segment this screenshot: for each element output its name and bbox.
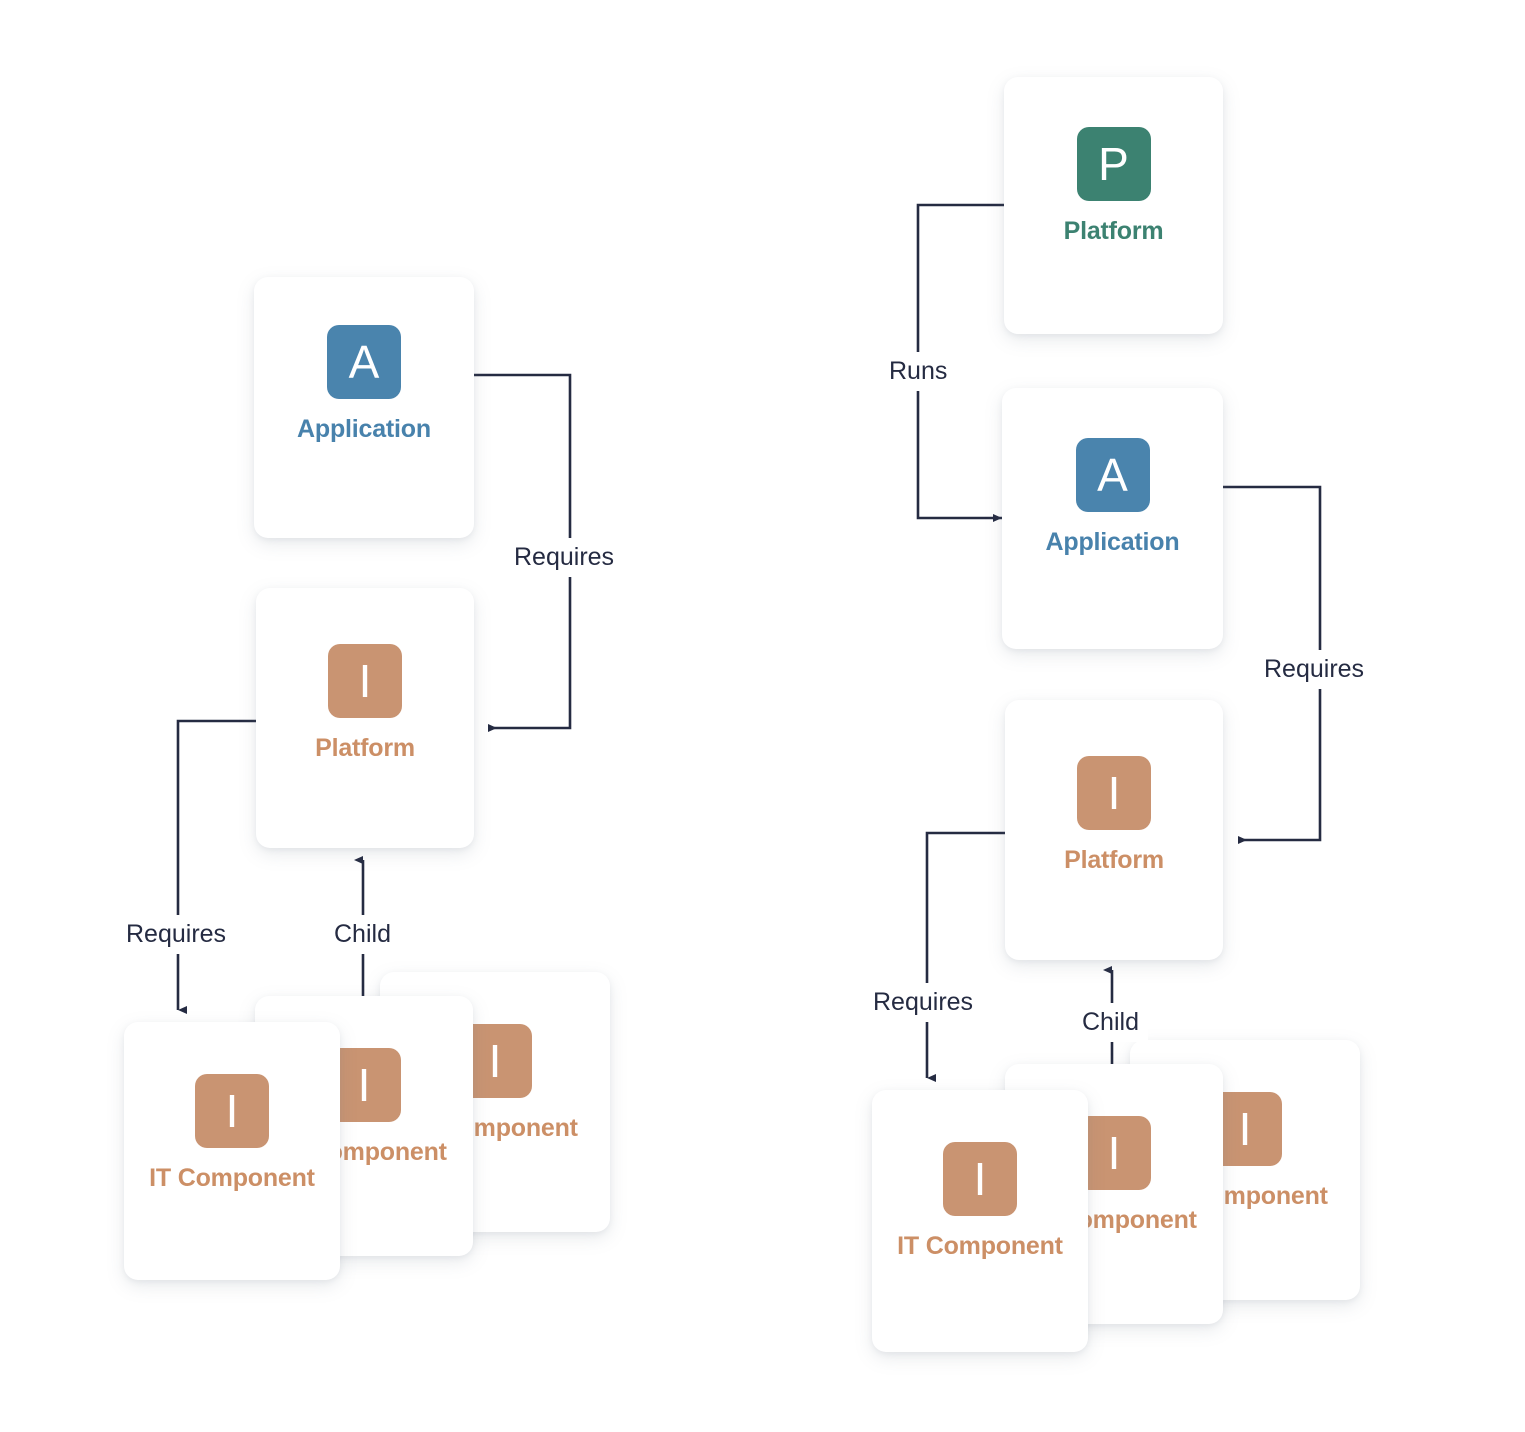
left-application-card[interactable]: A Application: [254, 277, 474, 538]
right-it-component-card-1[interactable]: I IT Component: [872, 1090, 1088, 1352]
left-platform-card[interactable]: I Platform: [256, 588, 474, 848]
right-edge-label-child-itc-platform: Child: [1073, 1003, 1148, 1042]
it-component-icon: I: [195, 1074, 269, 1148]
left-platform-label: Platform: [315, 734, 415, 762]
right-platform-label: Platform: [1064, 846, 1164, 874]
platform-icon: I: [1077, 756, 1151, 830]
left-it-component-label-1: IT Component: [149, 1164, 315, 1192]
edge-right-platform-requires-itcomponent: [925, 831, 1005, 1082]
right-edge-label-requires-app-platform: Requires: [1255, 650, 1374, 689]
left-edge-label-child-itc-platform: Child: [325, 915, 400, 954]
platform-p-icon: P: [1076, 127, 1151, 201]
right-application-card[interactable]: A Application: [1002, 388, 1223, 649]
right-platform-card[interactable]: I Platform: [1005, 700, 1223, 960]
left-edge-label-requires-app-platform: Requires: [505, 538, 624, 577]
right-it-component-label-1: IT Component: [897, 1232, 1063, 1260]
left-it-component-card-1[interactable]: I IT Component: [124, 1022, 340, 1280]
right-platform-p-card[interactable]: P Platform: [1004, 77, 1223, 334]
it-component-icon: I: [1077, 1116, 1151, 1190]
edge-left-platform-requires-itcomponent: [176, 719, 256, 1014]
it-component-icon: I: [943, 1142, 1017, 1216]
left-application-label: Application: [297, 415, 431, 443]
application-icon: A: [327, 325, 401, 399]
right-application-label: Application: [1045, 528, 1180, 556]
platform-icon: I: [328, 644, 402, 718]
left-edge-label-requires-platform-itc: Requires: [117, 915, 236, 954]
application-icon: A: [1075, 438, 1150, 512]
diagram-canvas: A Application I Platform I IT Component …: [0, 0, 1525, 1432]
right-edge-label-runs: Runs: [880, 352, 957, 391]
right-platform-p-label: Platform: [1063, 217, 1164, 245]
right-edge-label-requires-platform-itc: Requires: [864, 983, 983, 1022]
